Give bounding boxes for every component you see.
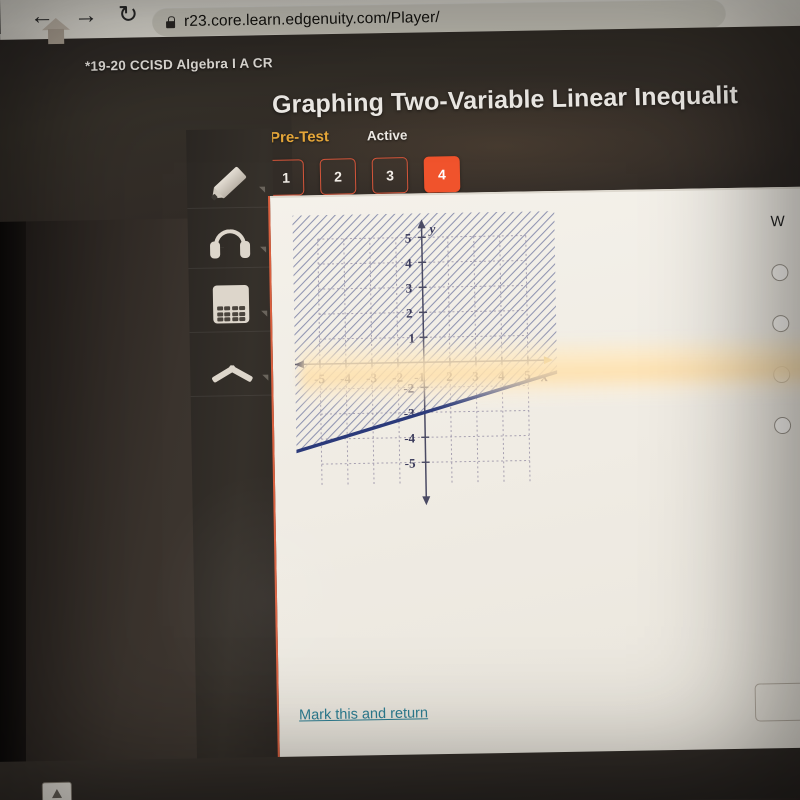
svg-text:2: 2 (406, 305, 413, 320)
svg-text:4: 4 (498, 368, 505, 383)
home-icon[interactable] (41, 17, 70, 45)
svg-text:-1: -1 (414, 369, 425, 384)
tab-question-2[interactable]: 2 (319, 158, 357, 195)
assignment-meta: Pre-Test Active (270, 127, 408, 147)
tool-corner-marker-2 (260, 246, 267, 253)
question-tabs: 1 2 3 4 (267, 155, 461, 197)
svg-text:-4: -4 (404, 430, 416, 445)
photographed-screen: ← → ↻ r23.core.learn.edgenuity.com/Playe… (0, 0, 800, 800)
choice-option-1[interactable] (771, 262, 800, 282)
calculator-tool[interactable] (203, 279, 260, 330)
radio-button-2[interactable] (772, 314, 790, 333)
radio-button-4[interactable] (773, 416, 792, 435)
reload-icon[interactable]: ↻ (118, 1, 139, 28)
graph-svg: -5 -4 -3 -2 -1 2 3 4 5 5 4 3 2 1 -2 -3 -… (292, 211, 559, 506)
url-text: r23.core.learn.edgenuity.com/Player/ (183, 8, 440, 30)
home-body (47, 28, 65, 45)
read-aloud-tool[interactable] (202, 219, 259, 270)
calculator-icon (212, 284, 250, 324)
svg-text:-5: -5 (405, 455, 417, 470)
tool-corner-marker-1 (259, 186, 266, 193)
choice-option-3[interactable] (773, 364, 800, 384)
inequality-graph: -5 -4 -3 -2 -1 2 3 4 5 5 4 3 2 1 -2 -3 -… (292, 211, 559, 512)
svg-text:3: 3 (405, 280, 412, 295)
y-axis-arrow-down (422, 496, 431, 506)
bottom-left-widget[interactable] (41, 781, 73, 800)
chevron-up-icon (210, 355, 254, 384)
tab-question-1[interactable]: 1 (267, 159, 305, 197)
tool-corner-marker-4 (262, 374, 269, 381)
svg-text:5: 5 (405, 230, 412, 245)
choice-option-4[interactable] (773, 415, 800, 435)
answer-choices: W (770, 211, 800, 435)
svg-text:-2: -2 (392, 370, 403, 385)
svg-text:-2: -2 (403, 380, 414, 395)
lock-icon (166, 15, 176, 28)
svg-text:2: 2 (446, 369, 453, 384)
svg-text:-3: -3 (366, 370, 378, 385)
svg-text:-5: -5 (314, 371, 326, 386)
svg-text:3: 3 (472, 368, 479, 383)
question-content-panel: -5 -4 -3 -2 -1 2 3 4 5 5 4 3 2 1 -2 -3 -… (268, 186, 800, 760)
tab-question-4[interactable]: 4 (423, 155, 461, 193)
svg-text:-4: -4 (340, 371, 352, 386)
tool-divider-4 (190, 394, 277, 397)
next-button[interactable] (754, 681, 800, 722)
collapse-tool[interactable] (204, 343, 261, 394)
mark-this-and-return-link[interactable]: Mark this and return (299, 705, 428, 723)
tool-divider-3 (189, 330, 276, 333)
question-prompt: W (770, 212, 785, 231)
forward-arrow-icon[interactable]: → (74, 2, 98, 29)
pencil-icon (203, 159, 254, 209)
tool-corner-marker-3 (261, 310, 268, 317)
svg-text:1: 1 (408, 330, 415, 345)
radio-button-1[interactable] (771, 263, 789, 282)
y-axis-label: y (427, 221, 435, 236)
choice-option-2[interactable] (772, 313, 800, 333)
svg-text:4: 4 (405, 255, 412, 270)
assignment-type: Pre-Test (269, 128, 330, 147)
tab-question-3[interactable]: 3 (371, 157, 409, 194)
assignment-state: Active (366, 127, 408, 144)
headphones-icon (209, 228, 251, 260)
radio-button-3[interactable] (773, 365, 791, 384)
highlighter-tool[interactable] (201, 159, 258, 210)
